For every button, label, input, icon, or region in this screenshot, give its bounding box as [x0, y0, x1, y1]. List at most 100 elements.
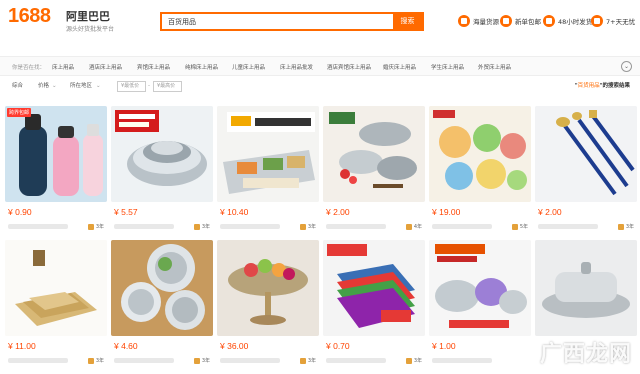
medal-icon: [299, 357, 306, 364]
logo-tagline: 源头好货批发平台: [66, 26, 115, 33]
related-search-item[interactable]: 纯棉床上用品: [185, 63, 218, 71]
product-card[interactable]: ¥ 1.00: [429, 240, 531, 368]
seller-years: 4年: [405, 223, 422, 230]
header-link-label: 新单包邮: [515, 18, 541, 26]
medal-icon: [405, 223, 412, 230]
product-image[interactable]: [323, 240, 425, 336]
seller-years: 3年: [299, 223, 316, 230]
header-link-shipping[interactable]: 新单包邮: [500, 13, 541, 29]
product-image-mixbowls: [429, 240, 531, 336]
seller-name-blurred: [432, 358, 492, 363]
product-card[interactable]: ¥ 5.57 3年: [111, 106, 213, 234]
search-input[interactable]: [162, 14, 393, 29]
product-image[interactable]: [111, 240, 213, 336]
result-keyword: 百货用品: [577, 83, 600, 89]
price-min-input[interactable]: ¥最低价: [117, 81, 146, 92]
seller-years-text: 3年: [95, 224, 104, 230]
result-summary: "百货用品"的搜索结果: [575, 81, 630, 92]
header-link-guarantee[interactable]: 7+天无忧: [591, 13, 635, 29]
medal-icon: [511, 223, 518, 230]
seller-years-text: 3年: [307, 224, 316, 230]
seller-name-blurred: [8, 224, 68, 229]
product-image-bowls: [323, 106, 425, 202]
product-card[interactable]: ¥ 2.00 4年: [323, 106, 425, 234]
product-price: ¥ 10.40: [220, 207, 249, 217]
product-image[interactable]: [217, 240, 319, 336]
product-image[interactable]: [5, 240, 107, 336]
product-card[interactable]: ¥ 36.00 3年: [217, 240, 319, 368]
header-link-label: 48小时发货: [558, 18, 593, 26]
seller-name-blurred: [326, 224, 386, 229]
product-image-fruitbowl: [217, 240, 319, 336]
logo-alibaba[interactable]: 阿里巴巴: [66, 8, 110, 24]
medal-icon: [405, 357, 412, 364]
product-image[interactable]: [5, 106, 107, 202]
product-price: ¥ 2.00: [326, 207, 350, 217]
related-search-item[interactable]: 外贸床上用品: [478, 63, 511, 71]
related-search-label: 你是否在找：: [12, 65, 46, 71]
related-search-item[interactable]: 学生床上用品: [431, 63, 464, 71]
product-price: ¥ 36.00: [220, 341, 249, 351]
medal-icon: [193, 223, 200, 230]
related-search-item[interactable]: 儿童床上用品: [232, 63, 265, 71]
search-button[interactable]: 搜索: [393, 14, 422, 29]
product-image-bottle: [5, 106, 107, 202]
product-card[interactable]: ¥ 19.00 5年: [429, 106, 531, 234]
medal-icon: [617, 223, 624, 230]
related-search-item[interactable]: 床上用品批发: [280, 63, 313, 71]
search-bar: 搜索: [160, 12, 424, 31]
product-image[interactable]: [217, 106, 319, 202]
shop-icon: [458, 15, 470, 27]
related-search-item[interactable]: 宾馆床上用品: [137, 63, 170, 71]
sort-price[interactable]: 价格: [38, 81, 49, 92]
price-max-input[interactable]: ¥最高价: [153, 81, 182, 92]
header-link-label: 海量货源: [473, 18, 499, 26]
seller-years: 3年: [299, 357, 316, 364]
header-link-48h[interactable]: 48小时发货: [543, 13, 592, 29]
seller-name-blurred: [114, 358, 174, 363]
seller-years-text: 3年: [201, 358, 210, 364]
chevron-down-icon: ⌄: [96, 83, 101, 89]
truck-icon: [500, 15, 512, 27]
seller-name-blurred: [538, 224, 598, 229]
filter-region[interactable]: 所在地区: [70, 81, 92, 92]
medal-icon: [87, 223, 94, 230]
related-search-item[interactable]: 婚庆床上用品: [383, 63, 416, 71]
range-dash: -: [148, 83, 150, 89]
product-card[interactable]: ¥ 4.60 3年: [111, 240, 213, 368]
product-card[interactable]: 跨界包邮 ¥ 0.90 3年: [5, 106, 107, 234]
clock-icon: [543, 15, 555, 27]
product-image[interactable]: [323, 106, 425, 202]
product-image[interactable]: [429, 106, 531, 202]
site-watermark: 广西龙网: [539, 342, 632, 367]
medal-icon: [193, 357, 200, 364]
seller-name-blurred: [8, 358, 68, 363]
related-search-item[interactable]: 酒店床上用品: [89, 63, 122, 71]
medal-icon: [87, 357, 94, 364]
filter-bar: 综合 价格 ⌄ 所在地区 ⌄ ¥最低价 - ¥最高价 "百货用品"的搜索结果: [0, 78, 640, 94]
seller-years-text: 5年: [519, 224, 528, 230]
product-image[interactable]: [535, 106, 637, 202]
product-card[interactable]: ¥ 10.40 3年: [217, 106, 319, 234]
product-card[interactable]: ¥ 0.70 3年: [323, 240, 425, 368]
result-suffix: "的搜索结果: [599, 83, 630, 89]
product-card[interactable]: ¥ 2.00 3年: [535, 106, 637, 234]
product-price: ¥ 0.90: [8, 207, 32, 217]
logo-1688[interactable]: 1688: [8, 5, 51, 28]
seller-name-blurred: [220, 358, 280, 363]
header-link-source[interactable]: 海量货源: [458, 13, 499, 29]
product-image[interactable]: [535, 240, 637, 336]
seller-years-text: 4年: [413, 224, 422, 230]
product-card[interactable]: ¥ 11.00 3年: [5, 240, 107, 368]
product-price: ¥ 5.57: [114, 207, 138, 217]
seller-years: 3年: [87, 357, 104, 364]
seller-years: 5年: [511, 223, 528, 230]
related-search-item[interactable]: 酒店宾馆床上用品: [327, 63, 371, 71]
chevron-down-icon[interactable]: ⌄: [621, 61, 632, 72]
related-search-item[interactable]: 床上用品: [52, 63, 74, 71]
header: 1688 阿里巴巴 源头好货批发平台 搜索 海量货源 新单包邮 48小时发货 7…: [0, 0, 640, 44]
seller-years-text: 3年: [95, 358, 104, 364]
product-image[interactable]: [429, 240, 531, 336]
sort-default[interactable]: 综合: [12, 81, 23, 92]
product-image[interactable]: [111, 106, 213, 202]
